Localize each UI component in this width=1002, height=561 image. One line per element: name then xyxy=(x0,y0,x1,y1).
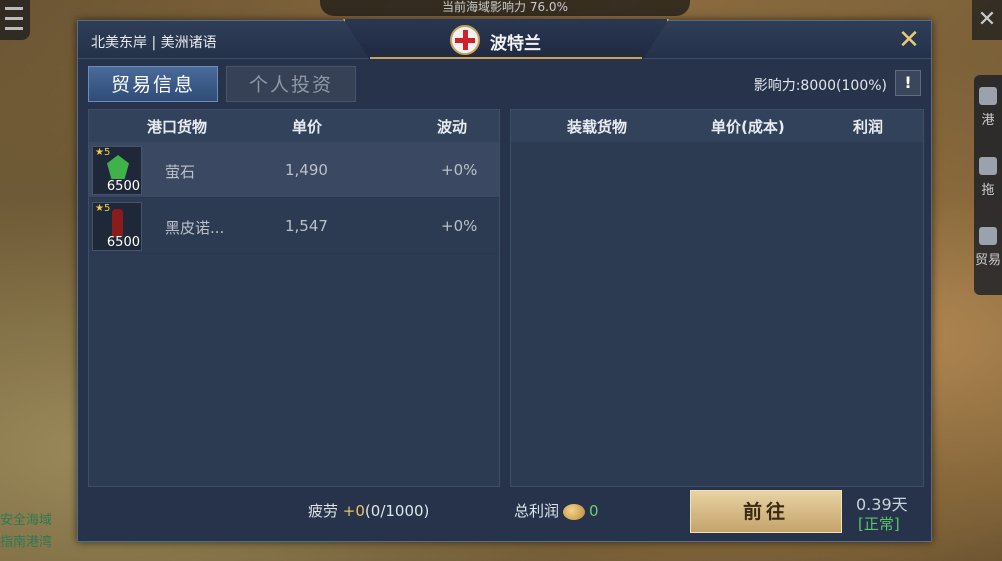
list-item[interactable]: ★5 6500 萤石 1,490 +0% xyxy=(89,142,499,198)
col-profit: 利润 xyxy=(853,118,884,136)
fatigue-value: (0/1000) xyxy=(364,502,430,520)
rail-port-label: 港 xyxy=(981,113,995,128)
close-button[interactable]: ✕ xyxy=(897,27,921,53)
map-top-bar: 当前海域影响力 76.0% xyxy=(320,0,690,16)
goods-thumbnail: ★5 6500 xyxy=(92,202,142,251)
tab-trade-info[interactable]: 贸易信息 xyxy=(88,66,218,102)
goods-quantity: 6500 xyxy=(106,179,140,194)
col-loaded-goods: 装载货物 xyxy=(567,118,628,136)
goods-quantity: 6500 xyxy=(106,235,140,250)
menu-icon[interactable] xyxy=(0,0,30,40)
col-fluctuation: 波动 xyxy=(437,118,468,136)
title-plate-divider xyxy=(370,57,642,59)
title-bar: 北美东岸 | 美洲诸语 波特兰 ✕ xyxy=(78,19,931,59)
map-hint-line: 安全海域 xyxy=(0,513,53,528)
goods-name: 萤石 xyxy=(165,163,196,181)
list-item[interactable]: ★5 6500 黑皮诺... 1,547 +0% xyxy=(89,198,499,254)
wine-bottle-icon xyxy=(112,209,123,237)
harbor-icon xyxy=(979,87,997,105)
goods-name: 黑皮诺... xyxy=(165,219,225,237)
coin-icon xyxy=(563,503,586,520)
port-name: 波特兰 xyxy=(490,34,541,54)
goods-price: 1,490 xyxy=(285,161,328,179)
star-rating: ★5 xyxy=(95,203,111,214)
influence-label: 影响力:8000(100%) xyxy=(753,78,887,94)
trade-dialog: 北美东岸 | 美洲诸语 波特兰 ✕ 贸易信息 个人投资 影响力:8000(100… xyxy=(77,19,932,542)
port-flag-icon xyxy=(450,25,480,55)
trade-icon xyxy=(979,227,997,245)
fatigue-readout: 疲劳 +0(0/1000) xyxy=(308,500,429,521)
go-button[interactable]: 前往 xyxy=(690,490,842,533)
travel-status: [正常] xyxy=(858,515,900,533)
region-label: 北美东岸 | 美洲诸语 xyxy=(91,35,217,51)
gem-icon xyxy=(107,155,129,179)
influence-info-button[interactable]: ! xyxy=(895,70,921,96)
goods-price: 1,547 xyxy=(285,217,328,235)
fatigue-label: 疲劳 xyxy=(308,502,339,520)
goods-change: +0% xyxy=(441,161,478,179)
col-unit-price: 单价 xyxy=(292,118,323,136)
loaded-goods-header: 装载货物 单价(成本) 利润 xyxy=(511,110,923,142)
right-rail: 港 拖 贸易 xyxy=(974,75,1002,295)
rail-trade-label: 贸易 xyxy=(974,253,1001,268)
rail-tow-label: 拖 xyxy=(981,183,995,198)
col-unit-cost: 单价(成本) xyxy=(711,118,785,136)
loaded-goods-panel: 装载货物 单价(成本) 利润 xyxy=(510,109,924,487)
rail-trade-button[interactable]: 贸易 xyxy=(974,215,1002,285)
total-profit-readout: 总利润 0 xyxy=(514,500,599,521)
rail-port-button[interactable]: 港 xyxy=(974,75,1002,145)
port-goods-panel: 港口货物 单价 波动 ★5 6500 萤石 1,490 +0% ★5 6500 … xyxy=(88,109,500,487)
star-rating: ★5 xyxy=(95,147,111,158)
map-hint-line: 指南港湾 xyxy=(0,535,53,550)
travel-days: 0.39天 xyxy=(856,495,908,514)
fatigue-plus: +0 xyxy=(342,502,365,520)
total-profit-label: 总利润 xyxy=(514,502,560,520)
goods-thumbnail: ★5 6500 xyxy=(92,146,142,195)
port-goods-header: 港口货物 单价 波动 xyxy=(89,110,499,142)
rail-tow-button[interactable]: 拖 xyxy=(974,145,1002,215)
map-hint: 安全海域 指南港湾 xyxy=(0,510,80,561)
anchor-icon xyxy=(979,157,997,175)
col-port-goods: 港口货物 xyxy=(147,118,208,136)
total-profit-value: 0 xyxy=(589,502,599,520)
tab-personal-investment[interactable]: 个人投资 xyxy=(226,66,356,102)
goods-change: +0% xyxy=(441,217,478,235)
close-icon[interactable]: ✕ xyxy=(972,0,1002,40)
